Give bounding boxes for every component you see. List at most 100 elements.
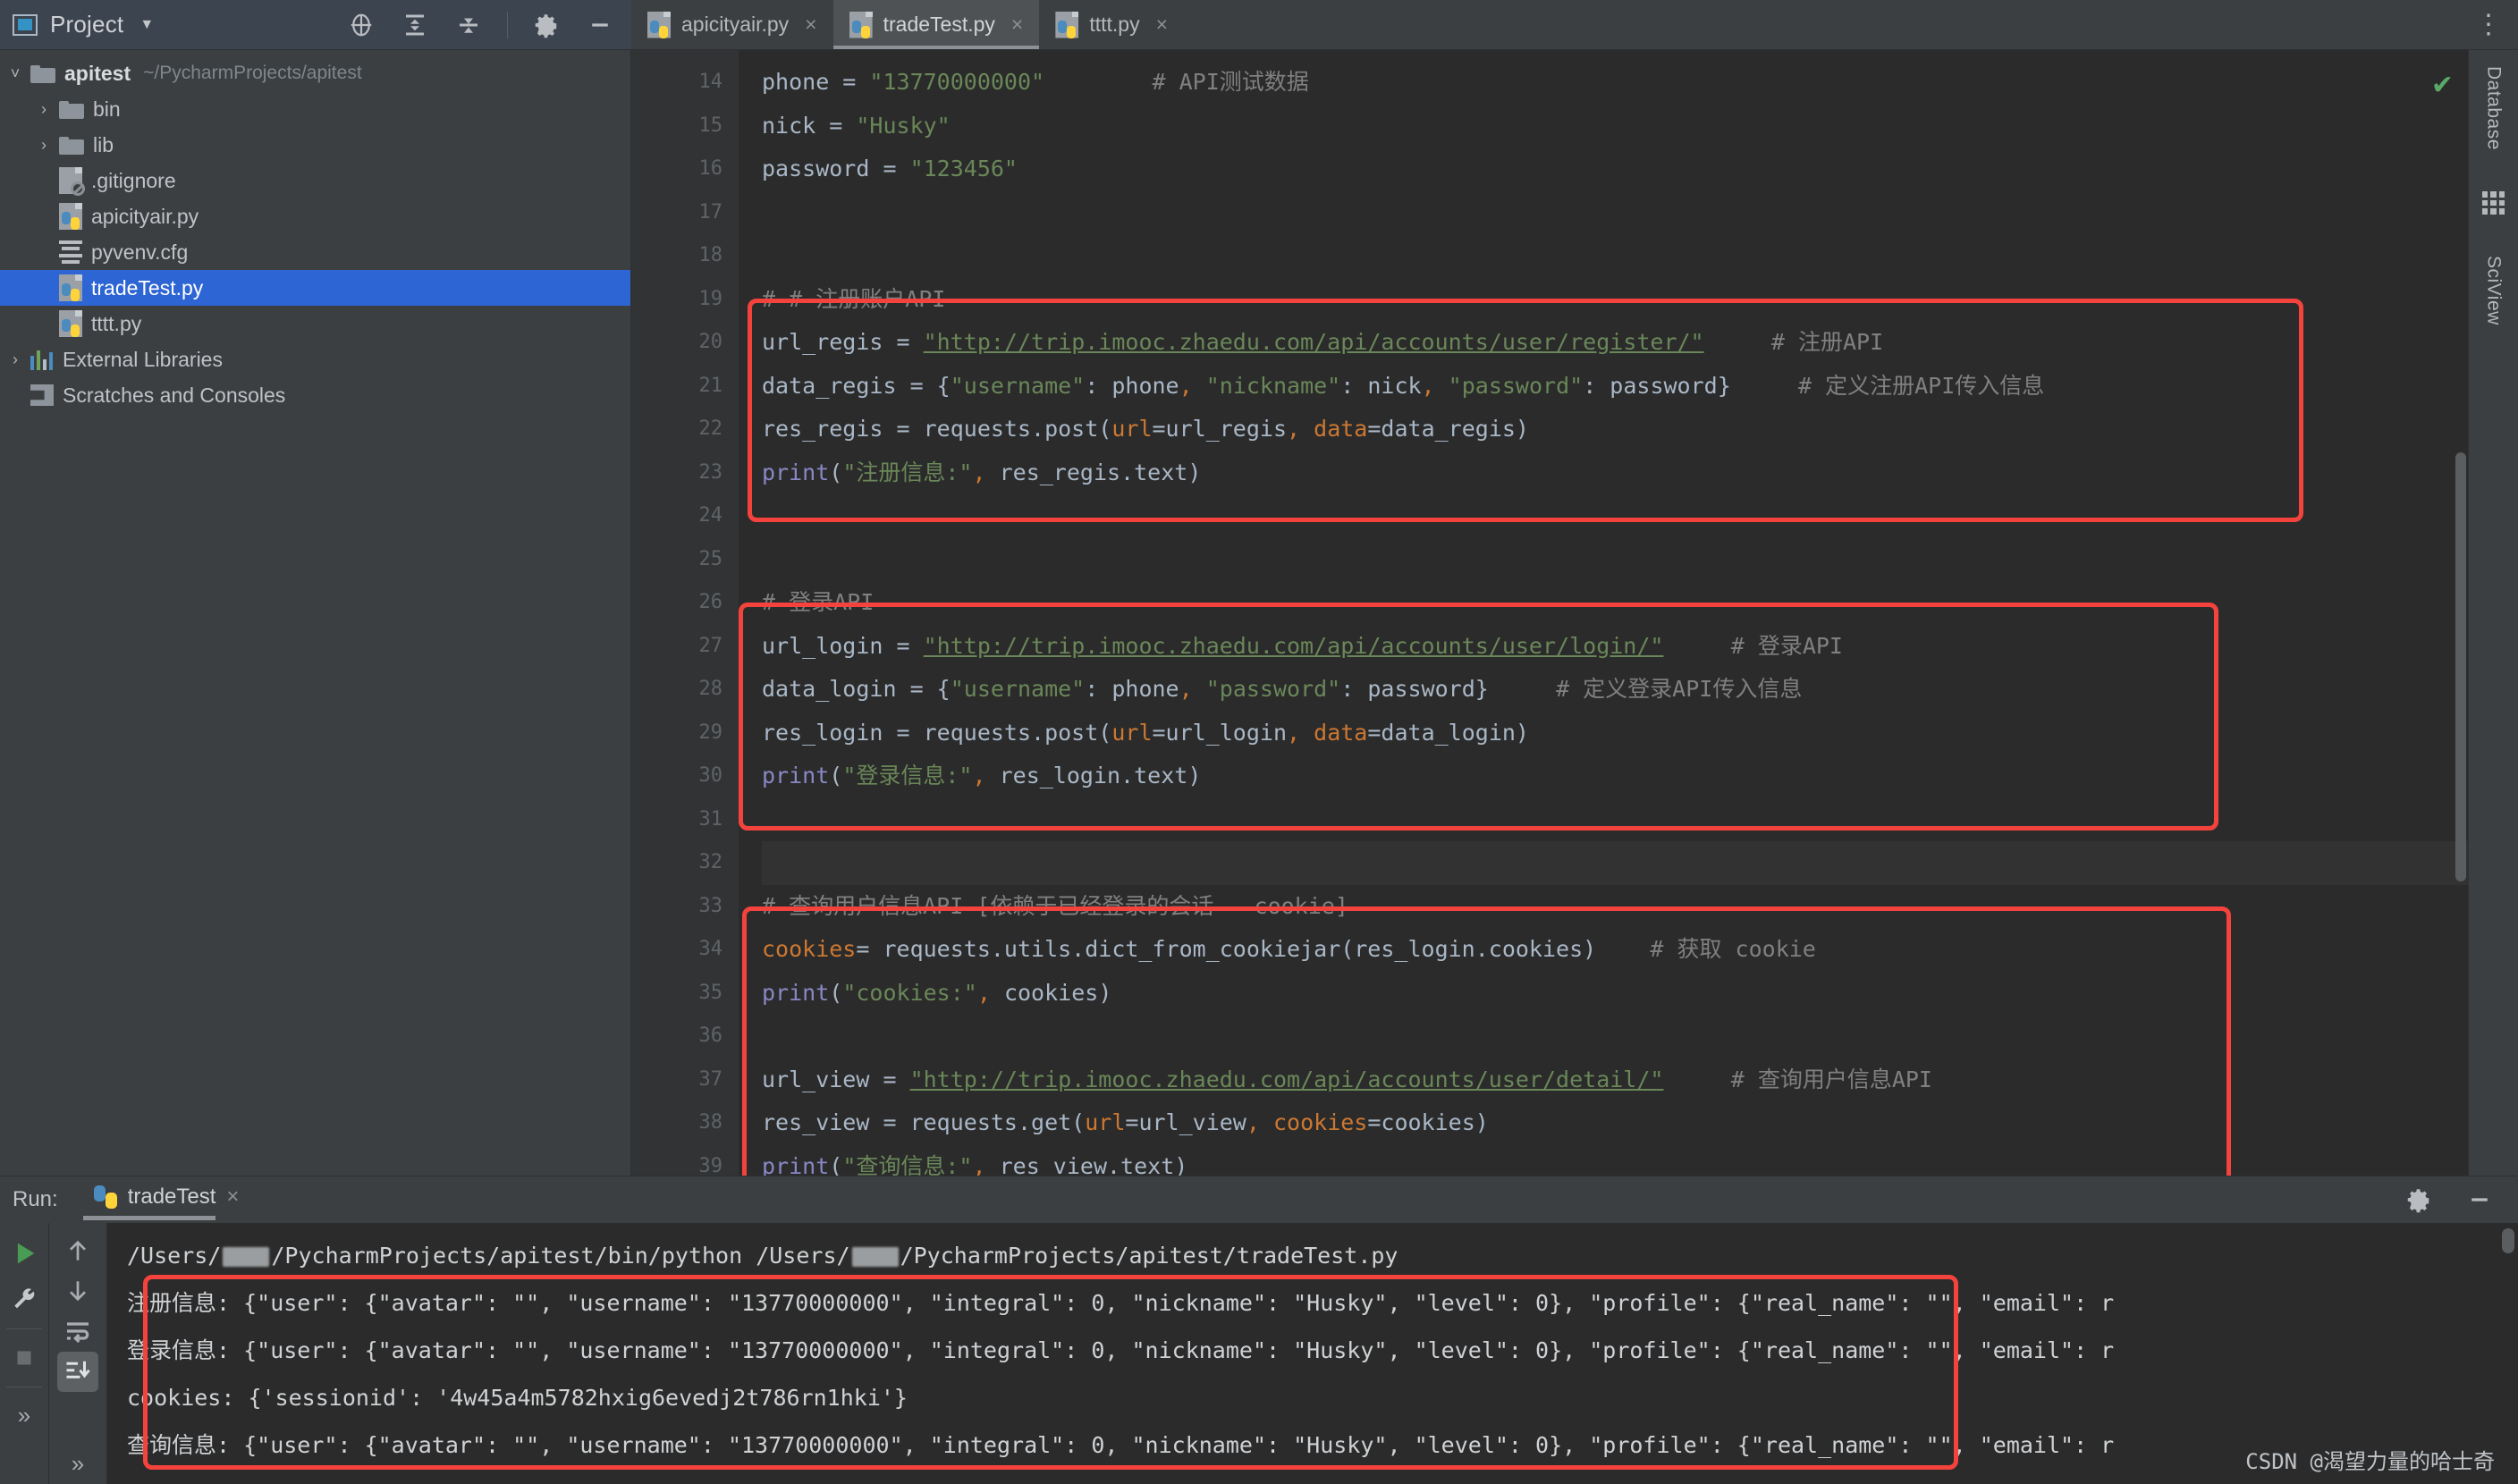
- project-panel-header: Project ▼: [0, 0, 631, 50]
- tab-apicityair[interactable]: apicityair.py ×: [631, 0, 833, 49]
- code-line-29: res_login = requests.post(url=url_login,…: [762, 719, 1529, 746]
- line-number: 19: [698, 287, 723, 310]
- code-text-area[interactable]: phone = "13770000000" # API测试数据 nick = "…: [739, 50, 2468, 1176]
- line-number: 15: [698, 114, 723, 137]
- chevron-right-icon[interactable]: ›: [0, 350, 30, 369]
- gear-icon[interactable]: [2404, 1185, 2434, 1215]
- tab-tradeTest[interactable]: tradeTest.py ×: [832, 0, 1040, 49]
- tab-close-icon[interactable]: ×: [1156, 13, 1168, 37]
- console-command-line: /Users/ /PycharmProjects/apitest/bin/pyth…: [127, 1232, 2518, 1279]
- library-icon: [30, 349, 54, 370]
- chevron-down-icon[interactable]: ▼: [139, 17, 154, 33]
- tab-tttt[interactable]: tttt.py ×: [1039, 0, 1184, 49]
- run-console[interactable]: /Users/ /PycharmProjects/apitest/bin/pyth…: [107, 1222, 2518, 1484]
- pycharm-window: Project ▼ apicityair.py × tradeTest.py ×…: [0, 0, 2518, 1484]
- console-output-line: 查询信息: {"user": {"avatar": "", "username"…: [127, 1431, 2115, 1458]
- editor-tab-bar: apicityair.py × tradeTest.py × tttt.py ×…: [631, 0, 2518, 50]
- chevron-down-icon[interactable]: ˅: [0, 64, 30, 83]
- gear-icon[interactable]: [531, 10, 562, 40]
- line-number: 21: [698, 374, 723, 397]
- tree-item-lib[interactable]: › lib: [0, 127, 630, 163]
- tab-close-icon[interactable]: ×: [805, 13, 816, 37]
- tree-item-label: bin: [93, 97, 121, 121]
- tree-item-tttt[interactable]: tttt.py: [0, 306, 630, 341]
- project-panel-icon: [13, 13, 38, 36]
- code-editor[interactable]: 14 15 16 17 18 19 20 21 22 23 24 25 26 2…: [631, 50, 2468, 1177]
- tree-item-scratches-and-consoles[interactable]: Scratches and Consoles: [0, 377, 630, 413]
- tree-item-apitest[interactable]: ˅ apitest ~/PycharmProjects/apitest: [0, 55, 630, 91]
- tab-overflow-menu-icon[interactable]: ⋮: [2459, 0, 2518, 49]
- line-number: 32: [698, 851, 723, 873]
- arrow-down-icon[interactable]: [57, 1270, 98, 1311]
- tree-item-gitignore[interactable]: .gitignore: [0, 163, 630, 198]
- python-file-icon: [647, 11, 671, 38]
- tree-item-pyvenv-cfg[interactable]: pyvenv.cfg: [0, 234, 630, 270]
- python-file-icon: [1055, 11, 1079, 38]
- tree-item-tradeTest[interactable]: tradeTest.py: [0, 270, 630, 306]
- minimize-icon[interactable]: [585, 10, 615, 40]
- line-number: 37: [698, 1067, 723, 1091]
- line-number: 16: [698, 157, 723, 180]
- collapse-all-icon[interactable]: [453, 10, 484, 40]
- sidebar-item-sciview[interactable]: SciView: [2483, 256, 2505, 325]
- tool-divider: [6, 1328, 42, 1329]
- tree-item-label: lib: [93, 132, 114, 156]
- line-number: 25: [698, 547, 723, 570]
- code-line-21: data_regis = {"username": phone, "nickna…: [762, 372, 2045, 399]
- line-number: 30: [698, 764, 723, 787]
- stop-icon[interactable]: [4, 1335, 45, 1381]
- line-number: 29: [698, 721, 723, 744]
- right-tool-strip: Database SciView: [2468, 50, 2518, 1176]
- python-icon: [93, 1185, 117, 1209]
- console-scrollbar[interactable]: [2502, 1227, 2514, 1253]
- line-number: 34: [698, 938, 723, 960]
- run-panel-header-actions: [2404, 1185, 2518, 1215]
- watermark: CSDN @渴望力量的哈士奇: [2245, 1449, 2495, 1474]
- tree-item-external-libraries[interactable]: › External Libraries: [0, 341, 630, 377]
- line-number: 26: [698, 591, 723, 613]
- line-number: 33: [698, 894, 723, 917]
- line-number: 22: [698, 417, 723, 440]
- run-icon[interactable]: [4, 1230, 45, 1277]
- arrow-up-icon[interactable]: [57, 1230, 98, 1270]
- run-tab-close-icon[interactable]: ×: [226, 1185, 239, 1210]
- folder-icon: [30, 63, 55, 83]
- run-configuration-tab[interactable]: tradeTest ×: [82, 1185, 239, 1220]
- more-actions-icon[interactable]: »: [57, 1444, 98, 1484]
- code-line-37: url_view = "http://trip.imooc.zhaedu.com…: [762, 1066, 1932, 1092]
- code-line-19: # # 注册账户API: [762, 285, 946, 312]
- tree-item-label: tttt.py: [91, 311, 142, 335]
- folder-icon: [59, 135, 84, 155]
- tree-item-label: External Libraries: [63, 347, 223, 371]
- chevron-right-icon[interactable]: ›: [29, 100, 59, 119]
- chevron-right-icon[interactable]: ›: [29, 136, 59, 155]
- project-tree: ˅ apitest ~/PycharmProjects/apitest › bi…: [0, 50, 631, 1176]
- wrench-icon[interactable]: [4, 1277, 45, 1323]
- tab-label: tttt.py: [1089, 13, 1140, 36]
- tree-item-bin[interactable]: › bin: [0, 91, 630, 127]
- python-file-icon: [849, 11, 873, 38]
- expand-all-icon[interactable]: [400, 10, 430, 40]
- console-command-suffix: /PycharmProjects/apitest/tradeTest.py: [900, 1242, 1398, 1269]
- run-panel: Run: tradeTest × » » /Users/ /PycharmPro…: [0, 1176, 2518, 1484]
- sciview-grid-icon: [2481, 190, 2505, 215]
- code-line-22: res_regis = requests.post(url=url_regis,…: [762, 416, 1529, 442]
- locate-icon[interactable]: [346, 10, 376, 40]
- editor-scrollbar[interactable]: [2455, 452, 2466, 881]
- scroll-to-end-icon[interactable]: [57, 1351, 98, 1392]
- soft-wrap-icon[interactable]: [57, 1311, 98, 1351]
- project-panel-toolbar: [346, 10, 619, 40]
- sidebar-item-database[interactable]: Database: [2483, 66, 2505, 150]
- inspection-ok-icon[interactable]: ✔: [2431, 70, 2454, 101]
- minimize-icon[interactable]: [2464, 1185, 2495, 1215]
- run-panel-body: » » /Users//PycharmProjects/apitest/bin/…: [0, 1222, 2518, 1484]
- tree-item-apicityair[interactable]: apicityair.py: [0, 198, 630, 234]
- line-number: 31: [698, 807, 723, 831]
- toolbar-divider: [507, 11, 508, 38]
- scratches-icon: [30, 384, 54, 406]
- more-actions-icon[interactable]: »: [4, 1393, 45, 1439]
- tab-close-icon[interactable]: ×: [1011, 13, 1023, 37]
- python-file-icon: [59, 203, 82, 230]
- code-line-23: print("注册信息:", res_regis.text): [762, 459, 1202, 485]
